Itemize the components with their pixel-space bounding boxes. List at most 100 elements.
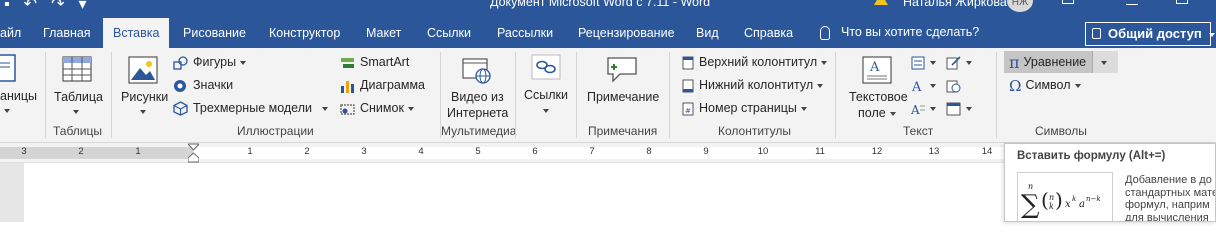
restore-icon[interactable] [1176, 0, 1188, 4]
chart-button[interactable]: Диаграмма [340, 75, 425, 95]
chevron-down-icon [407, 106, 414, 111]
tab-file[interactable]: айл [0, 18, 21, 48]
drop-cap-button[interactable]: A [911, 98, 936, 118]
symbol-button[interactable]: Ω Символ [1009, 75, 1081, 95]
icons-label: Значки [193, 78, 234, 92]
svg-text:x: x [1065, 199, 1071, 210]
chart-icon [341, 80, 354, 93]
footer-button[interactable]: Нижний колонтитул [682, 75, 824, 95]
ribbon-tabs: айл Главная Вставка Рисование Конструкто… [0, 18, 1216, 48]
comment-icon [607, 57, 637, 83]
ruler-number: 8 [646, 146, 652, 157]
icons-button[interactable]: Значки [173, 75, 233, 95]
date-time-button[interactable] [946, 75, 966, 95]
comment-button[interactable]: Примечание [587, 90, 659, 104]
tell-me-text: Что вы хотите сделать? [841, 25, 980, 39]
signature-icon [946, 56, 961, 70]
header-icon [682, 56, 694, 70]
chevron-down-icon[interactable] [4, 103, 10, 117]
tooltip-title: Вставить формулу (Alt+=) [1017, 150, 1166, 162]
tab-view[interactable]: Вид [696, 18, 719, 48]
footer-icon [682, 79, 694, 93]
svg-text:n: n [1049, 193, 1054, 202]
video-line1[interactable]: Видео из [451, 90, 504, 104]
avatar[interactable]: НЖ [1007, 0, 1033, 12]
pictures-button[interactable]: Рисунки [121, 90, 168, 104]
tab-design[interactable]: Конструктор [269, 18, 340, 48]
save-icon[interactable]: ▪ [4, 0, 10, 13]
chart-label: Диаграмма [360, 78, 426, 92]
wordart-icon: A [911, 80, 922, 93]
chevron-down-icon[interactable] [140, 104, 146, 118]
pages-button[interactable]: аницы [0, 89, 37, 103]
group-label-comments: Примечания [588, 124, 658, 138]
svg-text:k: k [1072, 195, 1076, 203]
pi-icon: π [1009, 52, 1020, 72]
svg-text:A: A [869, 60, 880, 75]
shapes-label: Фигуры [193, 55, 237, 69]
textbox-line2: поле [858, 106, 886, 120]
share-button[interactable]: Общий доступ [1085, 22, 1216, 46]
tab-references[interactable]: Ссылки [427, 18, 471, 48]
ruler-number: 2 [304, 146, 310, 157]
warning-icon[interactable] [874, 0, 888, 5]
tab-layout[interactable]: Макет [366, 18, 401, 48]
ruler-number: 12 [871, 146, 883, 157]
chevron-down-icon [322, 106, 329, 111]
ruler-number: 6 [532, 146, 538, 157]
header-label: Верхний колонтитул [699, 55, 818, 69]
smartart-icon [341, 57, 354, 68]
tab-insert[interactable]: Вставка [103, 18, 170, 48]
customize-icon[interactable]: ▾ [78, 0, 86, 13]
3d-models-label: Трехмерные модели [193, 101, 313, 115]
ruler-number: 9 [703, 146, 709, 157]
tab-help[interactable]: Справка [744, 18, 793, 48]
equation-button[interactable]: π Уравнение [1009, 52, 1086, 72]
omega-icon: Ω [1009, 76, 1022, 95]
binomial-formula-icon: n ∑ ( n k ) x k a n−k [1021, 182, 1101, 220]
group-label-header-footer: Колонтитулы [718, 124, 792, 138]
3d-models-button[interactable]: Трехмерные модели [173, 98, 329, 118]
tab-home[interactable]: Главная [43, 18, 91, 48]
formula-preview-image: n ∑ ( n k ) x k a n−k [1017, 172, 1113, 221]
tab-review[interactable]: Рецензирование [578, 18, 675, 48]
link-icon [531, 54, 561, 80]
textbox-button[interactable]: поле [858, 106, 896, 120]
header-button[interactable]: Верхний колонтитул [682, 52, 828, 72]
screenshot-button[interactable]: Снимок [340, 98, 414, 118]
links-button[interactable]: Ссылки [524, 88, 568, 102]
quick-parts-button[interactable] [911, 52, 936, 72]
screenshot-icon [340, 104, 355, 115]
table-button[interactable]: Таблица [54, 90, 103, 104]
user-name[interactable]: Наталья Жиркова [903, 0, 1007, 9]
tell-me-box[interactable]: Что вы хотите сделать? [820, 25, 979, 40]
page-number-button[interactable]: # Номер страницы [682, 98, 807, 118]
ribbon-display-options-icon[interactable] [1062, 0, 1074, 4]
tab-draw[interactable]: Рисование [183, 18, 246, 48]
video-line2[interactable]: Интернета [447, 106, 508, 120]
textbox-line1[interactable]: Текстовое [849, 90, 908, 104]
chevron-down-icon [930, 83, 936, 88]
equation-dropdown-arrow[interactable] [1101, 52, 1107, 72]
redo-icon[interactable]: ↷ [51, 0, 64, 13]
chevron-down-icon[interactable] [73, 104, 79, 118]
object-button[interactable] [946, 98, 972, 118]
undo-icon[interactable]: ↶ [24, 0, 37, 13]
lightbulb-icon [820, 25, 830, 40]
object-icon [946, 102, 961, 116]
page-number-icon: # [682, 102, 694, 116]
chevron-down-icon [966, 106, 972, 111]
smartart-button[interactable]: SmartArt [340, 52, 409, 72]
minimize-icon[interactable] [1126, 4, 1138, 5]
shapes-button[interactable]: Фигуры [173, 52, 247, 72]
chevron-down-icon[interactable] [543, 103, 549, 117]
pictures-icon [128, 56, 158, 84]
table-icon [62, 56, 92, 82]
wordart-button[interactable]: A [911, 75, 936, 95]
group-separator [45, 52, 46, 138]
chevron-down-icon [1074, 83, 1081, 88]
tab-mailings[interactable]: Рассылки [497, 18, 553, 48]
indent-marker[interactable] [188, 143, 199, 163]
signature-line-button[interactable] [946, 52, 972, 72]
ruler-number: 3 [21, 146, 27, 157]
